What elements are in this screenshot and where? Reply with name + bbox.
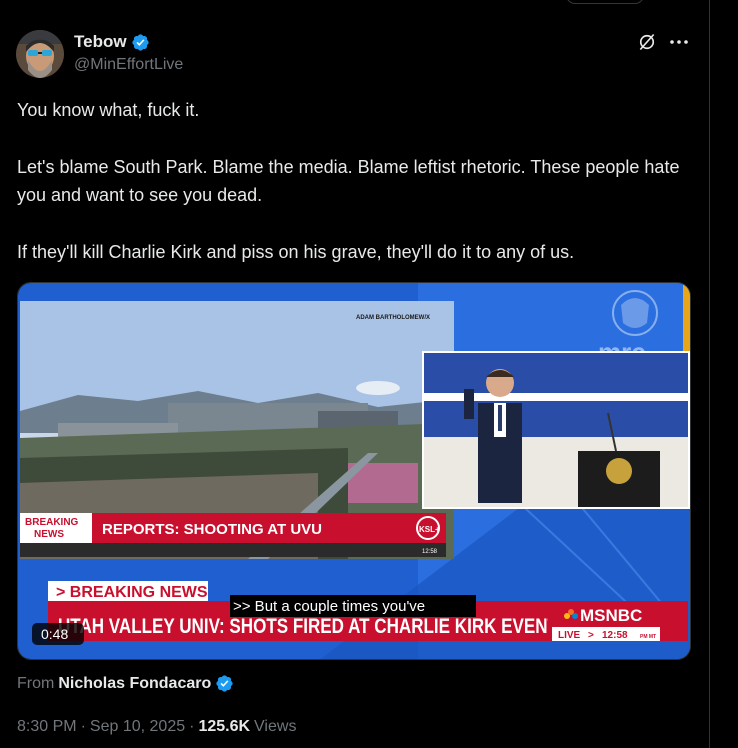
video-caption: >> But a couple times you've [233, 598, 425, 615]
author-handle[interactable]: @MinEffortLive [74, 56, 183, 74]
top-pill-button[interactable] [566, 0, 644, 4]
inner-station-logo: KSL+ [419, 525, 440, 534]
meta-separator: · [189, 718, 195, 735]
video-player[interactable]: mrc ADAM BARTHOLOMEW/X [17, 282, 691, 660]
inner-breaking-label-2: NEWS [34, 529, 64, 540]
breaking-tag: > BREAKING NEWS [56, 584, 208, 601]
verified-badge-icon [216, 675, 233, 692]
tweet-meta: 8:30 PM · Sep 10, 2025 · 125.6K Views [17, 718, 296, 736]
grok-icon[interactable] [637, 32, 657, 52]
inner-headline: REPORTS: SHOOTING AT UVU [102, 521, 322, 538]
inner-station-time: 12:58 [422, 549, 438, 555]
views-count: 125.6K [198, 718, 251, 735]
views-label: Views [254, 718, 297, 735]
live-arrow: > [588, 630, 594, 641]
inner-breaking-banner: BREAKING NEWS REPORTS: SHOOTING AT UVU K… [20, 513, 446, 557]
author-display-name[interactable]: Tebow [74, 32, 127, 52]
tweet-text: You know what, fuck it. Let's blame Sout… [17, 96, 687, 295]
live-time: 12:58 [602, 630, 628, 641]
duration-badge: 0:48 [32, 623, 84, 645]
photo-credit: ADAM BARTHOLOMEW/X [356, 315, 430, 321]
main-headline: UTAH VALLEY UNIV: SHOTS FIRED AT CHARLIE… [58, 615, 558, 638]
inset-speaker-window [422, 351, 690, 509]
verified-badge-icon [131, 33, 149, 51]
duration-text: 0:48 [41, 626, 68, 642]
meta-separator: · [80, 718, 86, 735]
live-label: LIVE [558, 630, 581, 641]
network-logo: MSNBC [580, 606, 642, 625]
live-zone: PM MT [640, 634, 656, 640]
column-divider [709, 0, 710, 748]
inner-breaking-label-1: BREAKING [25, 517, 79, 528]
more-icon[interactable] [668, 32, 690, 52]
source-name[interactable]: Nicholas Fondacaro [58, 675, 211, 693]
tweet-paragraph: Let's blame South Park. Blame the media.… [17, 157, 680, 205]
source-prefix: From [17, 674, 55, 692]
source-attribution: From Nicholas Fondacaro [17, 674, 234, 693]
tweet-paragraph: If they'll kill Charlie Kirk and piss on… [17, 242, 575, 262]
avatar[interactable] [16, 30, 64, 78]
post-time[interactable]: 8:30 PM [17, 718, 77, 736]
post-date[interactable]: Sep 10, 2025 [90, 718, 185, 736]
tweet-paragraph: You know what, fuck it. [17, 100, 200, 120]
